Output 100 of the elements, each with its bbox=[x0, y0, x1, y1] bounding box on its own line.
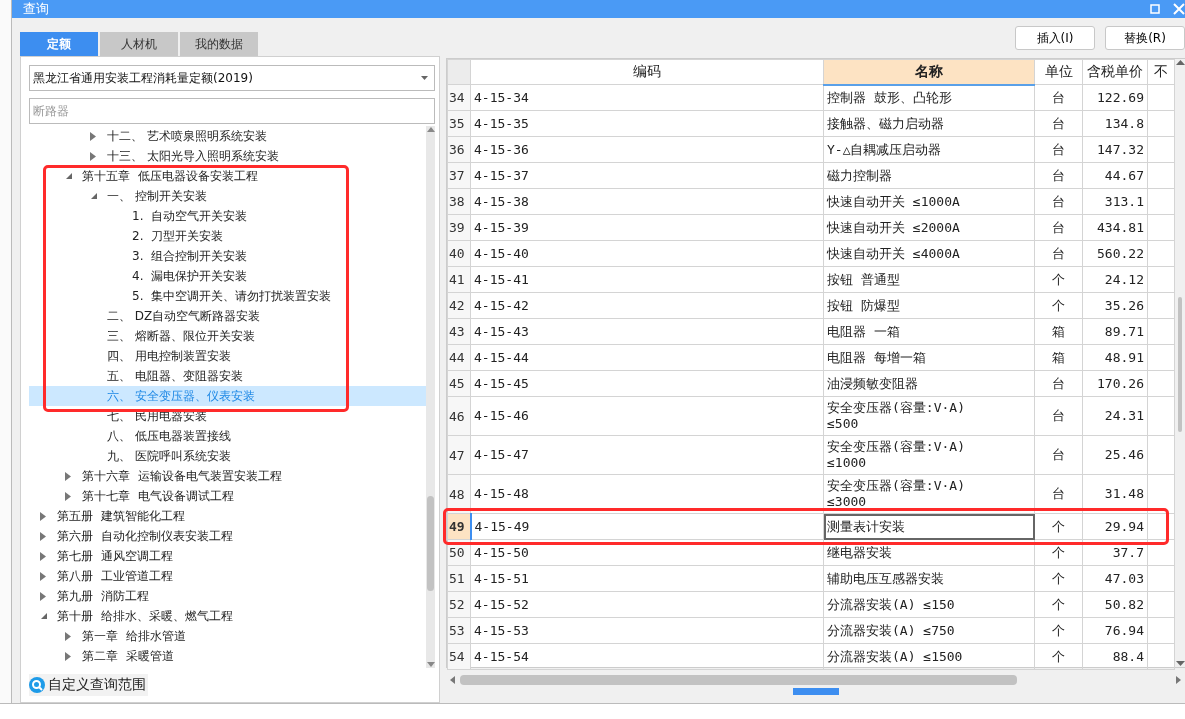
row-number[interactable]: 47 bbox=[447, 435, 471, 475]
column-header[interactable]: 编码 bbox=[470, 59, 824, 85]
tree-item[interactable]: 第六册 自动化控制仪表安装工程 bbox=[29, 526, 426, 546]
table-cell: 4-15-36 bbox=[470, 136, 824, 163]
row-number[interactable]: 39 bbox=[447, 214, 471, 241]
row-number[interactable]: 53 bbox=[447, 617, 471, 644]
table-cell: 快速自动开关 ≤2000A bbox=[823, 214, 1035, 241]
row-number[interactable]: 35 bbox=[447, 110, 471, 137]
table-scrollbar[interactable] bbox=[1175, 59, 1185, 667]
scroll-down-icon[interactable] bbox=[426, 662, 435, 668]
table-cell: 台 bbox=[1034, 370, 1083, 397]
expand-arrow-icon[interactable] bbox=[40, 551, 46, 561]
collapse-arrow-icon[interactable] bbox=[40, 612, 48, 620]
scroll-up-icon[interactable] bbox=[426, 126, 435, 132]
row-number[interactable]: 46 bbox=[447, 396, 471, 436]
row-number[interactable]: 38 bbox=[447, 188, 471, 215]
expand-arrow-icon[interactable] bbox=[65, 651, 71, 661]
tree-item[interactable]: 第十六章 运输设备电气装置安装工程 bbox=[29, 466, 426, 486]
column-header[interactable]: 含税单价 bbox=[1082, 59, 1148, 85]
table-cell: 个 bbox=[1034, 643, 1083, 670]
tree-item[interactable]: 第九册 消防工程 bbox=[29, 586, 426, 606]
row-number[interactable]: 54 bbox=[447, 643, 471, 670]
scroll-left-icon[interactable] bbox=[450, 676, 455, 684]
table-cell: 434.81 bbox=[1082, 214, 1148, 241]
scrollbar-thumb[interactable] bbox=[427, 496, 434, 591]
tree-item[interactable]: 2. 刀型开关安装 bbox=[29, 226, 426, 246]
tree-item[interactable]: 五、 电阻器、变阻器安装 bbox=[29, 366, 426, 386]
tree-item[interactable]: 5. 集中空调开关、请勿打扰装置安装 bbox=[29, 286, 426, 306]
expand-arrow-icon[interactable] bbox=[40, 531, 46, 541]
collapse-arrow-icon[interactable] bbox=[65, 172, 73, 180]
tree-item[interactable]: 第二章 采暖管道 bbox=[29, 646, 426, 666]
insert-button[interactable]: 插入(I) bbox=[1015, 26, 1095, 50]
row-number[interactable]: 42 bbox=[447, 292, 471, 319]
replace-button[interactable]: 替换(R) bbox=[1105, 26, 1185, 50]
tree-item[interactable]: 九、 医院呼叫系统安装 bbox=[29, 446, 426, 466]
table-cell: 47.03 bbox=[1082, 565, 1148, 592]
tree-item[interactable]: 八、 低压电器装置接线 bbox=[29, 426, 426, 446]
tree-item[interactable]: 十三、 太阳光导入照明系统安装 bbox=[29, 146, 426, 166]
table-cell: 4-15-45 bbox=[470, 370, 824, 397]
row-number[interactable]: 45 bbox=[447, 370, 471, 397]
table-cell: 35.26 bbox=[1082, 292, 1148, 319]
tree-item[interactable]: 二、 DZ自动空气断路器安装 bbox=[29, 306, 426, 326]
tree-item[interactable]: 四、 用电控制装置安装 bbox=[29, 346, 426, 366]
expand-arrow-icon[interactable] bbox=[40, 591, 46, 601]
tree-scrollbar[interactable] bbox=[426, 126, 435, 668]
column-header[interactable]: 不 bbox=[1147, 59, 1175, 85]
row-number[interactable]: 41 bbox=[447, 266, 471, 293]
collapse-arrow-icon[interactable] bbox=[90, 192, 98, 200]
scrollbar-thumb[interactable] bbox=[1178, 297, 1182, 432]
tree-item[interactable]: 1. 自动空气开关安装 bbox=[29, 206, 426, 226]
custom-scope-link[interactable]: 自定义查询范围 bbox=[29, 674, 148, 696]
table-cell: 4-15-54 bbox=[470, 643, 824, 670]
row-number[interactable]: 44 bbox=[447, 344, 471, 371]
row-number[interactable]: 37 bbox=[447, 162, 471, 189]
tree-item[interactable]: 4. 漏电保护开关安装 bbox=[29, 266, 426, 286]
expand-arrow-icon[interactable] bbox=[90, 131, 96, 141]
tree-item[interactable]: 第十五章 低压电器设备安装工程 bbox=[29, 166, 426, 186]
row-number[interactable]: 49 bbox=[447, 513, 471, 540]
table-cell: 个 bbox=[1034, 266, 1083, 293]
tree-item[interactable]: 第一章 给排水管道 bbox=[29, 626, 426, 646]
tree-item[interactable]: 第七册 通风空调工程 bbox=[29, 546, 426, 566]
expand-arrow-icon[interactable] bbox=[65, 631, 71, 641]
table-cell: Y-△自耦减压启动器 bbox=[823, 136, 1035, 163]
tree-item[interactable]: 第五册 建筑智能化工程 bbox=[29, 506, 426, 526]
row-number[interactable]: 43 bbox=[447, 318, 471, 345]
expand-arrow-icon[interactable] bbox=[40, 511, 46, 521]
tree-item[interactable]: 十二、 艺术喷泉照明系统安装 bbox=[29, 126, 426, 146]
tab[interactable]: 人材机 bbox=[100, 32, 178, 56]
row-number[interactable]: 36 bbox=[447, 136, 471, 163]
column-header[interactable]: 名称 bbox=[823, 59, 1035, 85]
tree-item[interactable]: 第十册 给排水、采暖、燃气工程 bbox=[29, 606, 426, 626]
expand-arrow-icon[interactable] bbox=[65, 471, 71, 481]
table-cell: 560.22 bbox=[1082, 240, 1148, 267]
splitter-handle[interactable] bbox=[792, 688, 839, 695]
table-cell: 快速自动开关 ≤1000A bbox=[823, 188, 1035, 215]
tab[interactable]: 我的数据 bbox=[180, 32, 258, 56]
search-field[interactable]: 断路器 bbox=[29, 98, 435, 124]
expand-arrow-icon[interactable] bbox=[65, 491, 71, 501]
tree-item[interactable]: 一、 控制开关安装 bbox=[29, 186, 426, 206]
tree-item[interactable]: 三、 熔断器、限位开关安装 bbox=[29, 326, 426, 346]
scroll-down-icon[interactable] bbox=[1175, 661, 1185, 667]
row-number[interactable]: 51 bbox=[447, 565, 471, 592]
close-icon[interactable] bbox=[1173, 3, 1185, 15]
tree-item[interactable]: 第八册 工业管道工程 bbox=[29, 566, 426, 586]
tree-item[interactable]: 3. 组合控制开关安装 bbox=[29, 246, 426, 266]
maximize-icon[interactable] bbox=[1149, 3, 1161, 15]
scroll-up-icon[interactable] bbox=[1175, 59, 1185, 65]
table-cell: 油浸频敏变阻器 bbox=[823, 370, 1035, 397]
row-number[interactable]: 52 bbox=[447, 591, 471, 618]
table-cell: 个 bbox=[1034, 513, 1083, 540]
scroll-right-icon[interactable] bbox=[1176, 676, 1181, 684]
table-cell: 按钮 防爆型 bbox=[823, 292, 1035, 319]
tree-item[interactable]: 第十七章 电气设备调试工程 bbox=[29, 486, 426, 506]
row-number[interactable]: 40 bbox=[447, 240, 471, 267]
column-header[interactable]: 单位 bbox=[1034, 59, 1083, 85]
row-number[interactable]: 34 bbox=[447, 84, 471, 111]
library-dropdown[interactable]: 黑龙江省通用安装工程消耗量定额(2019) bbox=[29, 65, 435, 91]
expand-arrow-icon[interactable] bbox=[90, 151, 96, 161]
scrollbar-thumb[interactable] bbox=[460, 675, 1017, 685]
expand-arrow-icon[interactable] bbox=[40, 571, 46, 581]
